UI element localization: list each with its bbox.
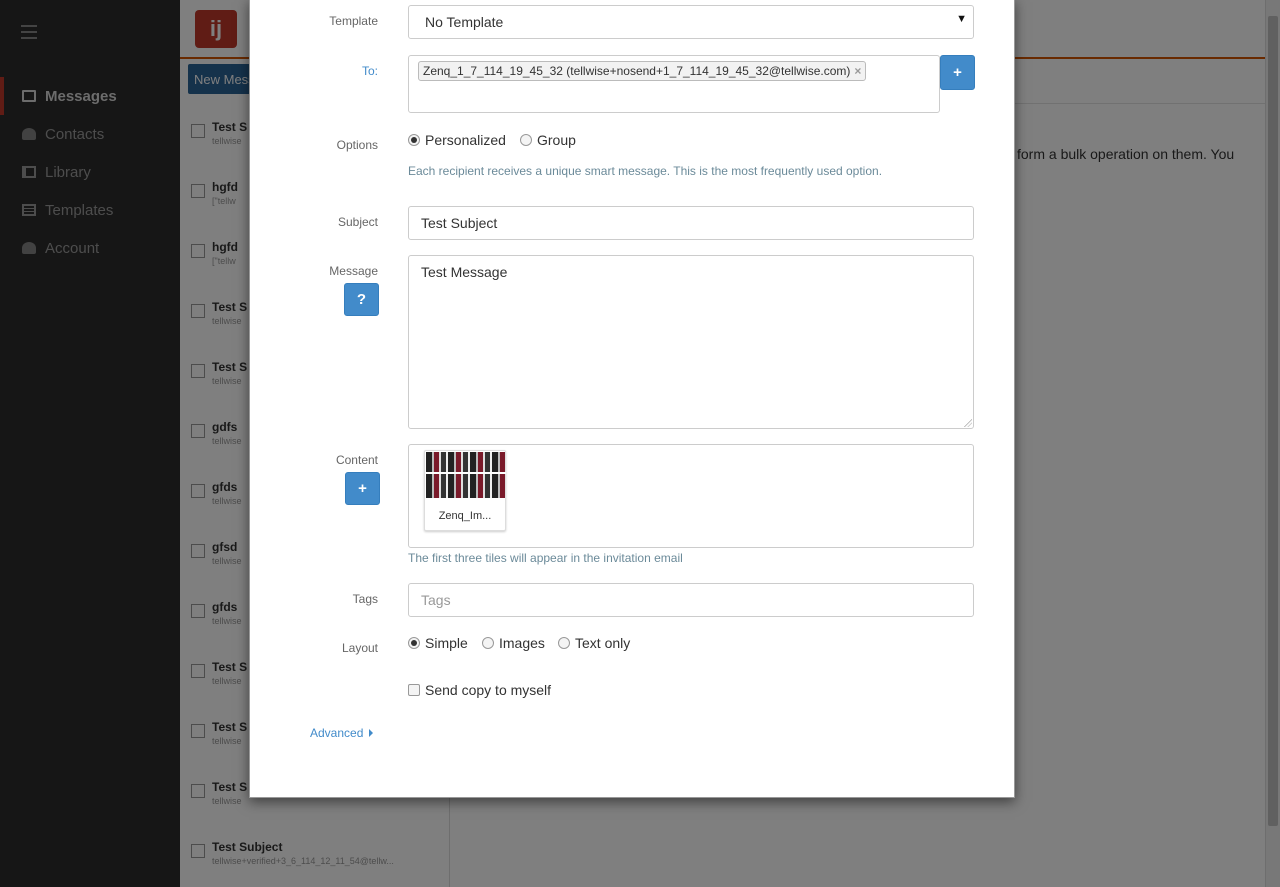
layout-option-label: Text only (575, 635, 631, 651)
options-help-text: Each recipient receives a unique smart m… (408, 164, 883, 178)
message-label: Message (329, 264, 378, 278)
recipients-field[interactable]: Zenq_1_7_114_19_45_32 (tellwise+nosend+1… (408, 55, 940, 113)
send-copy-label: Send copy to myself (425, 682, 552, 698)
radio-personalized[interactable] (408, 134, 420, 146)
tags-label: Tags (352, 592, 378, 606)
layout-label: Layout (341, 641, 378, 655)
remove-recipient-icon[interactable]: × (854, 64, 861, 78)
content-label: Content (335, 453, 378, 467)
content-thumbnail (426, 452, 506, 498)
option-label: Personalized (425, 132, 506, 148)
option-label: Group (537, 132, 576, 148)
option-personalized[interactable]: Personalized (408, 132, 506, 148)
template-value: No Template (425, 14, 504, 30)
add-content-button[interactable]: + (345, 472, 380, 505)
send-copy-checkbox[interactable] (408, 684, 420, 696)
content-tiles-area: Zenq_Im... (408, 444, 974, 548)
compose-modal: Template No Template ▼ To: Zenq_1_7_114_… (249, 0, 1015, 798)
message-help-button[interactable]: ? (344, 283, 379, 316)
message-textarea[interactable]: Test Message (408, 255, 974, 429)
advanced-label: Advanced (310, 726, 364, 740)
subject-input[interactable]: Test Subject (408, 206, 974, 240)
tags-input[interactable]: Tags (408, 583, 974, 617)
radio-images[interactable] (482, 637, 494, 649)
to-label[interactable]: To: (362, 64, 378, 78)
radio-group[interactable] (520, 134, 532, 146)
advanced-toggle[interactable]: Advanced (310, 726, 374, 740)
content-tile[interactable]: Zenq_Im... (424, 450, 506, 531)
content-tile-label: Zenq_Im... (438, 510, 492, 522)
layout-images[interactable]: Images (482, 635, 545, 651)
layout-simple[interactable]: Simple (408, 635, 468, 651)
radio-simple[interactable] (408, 637, 420, 649)
message-text: Test Message (421, 264, 508, 280)
add-recipient-button[interactable]: + (940, 55, 975, 90)
recipient-token-label: Zenq_1_7_114_19_45_32 (tellwise+nosend+1… (423, 64, 851, 78)
layout-option-label: Simple (425, 635, 468, 651)
dropdown-arrow-icon: ▼ (956, 13, 967, 25)
template-label: Template (329, 14, 378, 28)
radio-text-only[interactable] (558, 637, 570, 649)
options-label: Options (336, 138, 378, 152)
caret-right-icon (369, 729, 374, 737)
content-help-text: The first three tiles will appear in the… (408, 551, 683, 565)
layout-option-label: Images (499, 635, 545, 651)
resize-grip-icon[interactable] (964, 419, 972, 427)
send-copy-option[interactable]: Send copy to myself (408, 682, 551, 698)
template-select[interactable]: No Template ▼ (408, 5, 974, 39)
subject-label: Subject (337, 215, 378, 229)
layout-text-only[interactable]: Text only (558, 635, 630, 651)
option-group[interactable]: Group (520, 132, 576, 148)
recipient-token: Zenq_1_7_114_19_45_32 (tellwise+nosend+1… (418, 61, 867, 81)
